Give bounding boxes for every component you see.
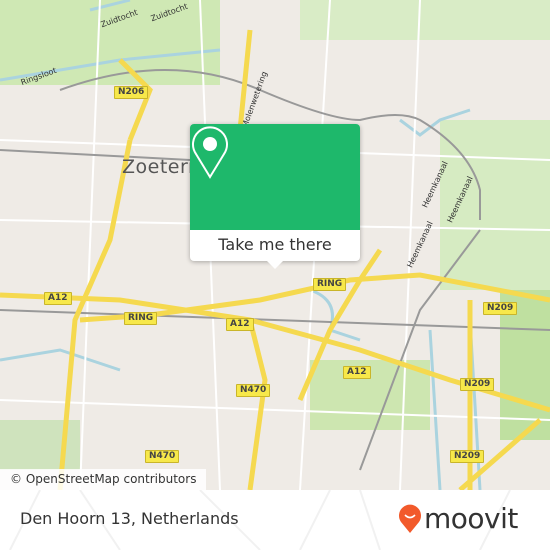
road-shield: A12 [226, 318, 254, 331]
map-pin-icon [192, 126, 228, 179]
popup-header [190, 124, 360, 230]
popup-pointer [266, 260, 284, 269]
map-attribution[interactable]: © OpenStreetMap contributors [0, 469, 207, 490]
take-me-there-button[interactable]: Take me there [190, 230, 360, 261]
road-shield: N209 [450, 450, 485, 463]
destination-popup[interactable]: Take me there [190, 124, 360, 269]
brand-name: moovit [424, 502, 518, 535]
map[interactable]: Zoeterm Zuidtocht Zuidtocht Ringsloot Mo… [0, 0, 550, 490]
footer-bar: Den Hoorn 13, Netherlands moovit [0, 490, 550, 550]
road-shield: RING [313, 278, 347, 291]
road-shield: N470 [236, 384, 271, 397]
moovit-logo[interactable]: moovit [398, 502, 518, 535]
road-shield: N206 [114, 86, 149, 99]
moovit-pin-icon [399, 504, 421, 533]
address-text: Den Hoorn 13, Netherlands [20, 509, 239, 528]
road-shield: N209 [483, 302, 518, 315]
road-shield: N209 [460, 378, 495, 391]
road-shield: N470 [145, 450, 180, 463]
road-shield: RING [124, 312, 158, 325]
road-shield: A12 [343, 366, 371, 379]
road-shield: A12 [44, 292, 72, 305]
